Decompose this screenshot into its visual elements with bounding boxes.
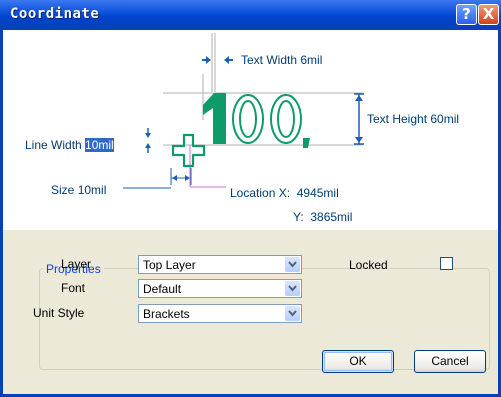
font-label: Font: [61, 281, 86, 295]
text-height-label: Text Height 60mil: [367, 112, 460, 126]
unit-style-dropdown[interactable]: Brackets: [138, 304, 302, 323]
coordinate-diagram: Text Width 6mil Text Height 60mil Line W…: [3, 30, 498, 230]
chevron-down-icon[interactable]: [285, 257, 300, 272]
locked-checkbox[interactable]: [440, 257, 453, 270]
sample-digit-one: [203, 93, 226, 144]
ok-button[interactable]: OK: [322, 350, 394, 373]
text-width-label: Text Width 6mil: [241, 53, 323, 67]
sample-digit-zero-1: [232, 94, 264, 144]
font-dropdown-value: Default: [143, 282, 182, 296]
layer-label: Layer: [61, 257, 92, 271]
text-width-arrowhead-left: [206, 56, 211, 64]
close-button[interactable]: X: [478, 4, 499, 25]
line-width-label: Line Width 10mil: [25, 138, 114, 152]
chevron-down-icon[interactable]: [285, 306, 300, 321]
unit-style-dropdown-value: Brackets: [143, 307, 190, 321]
location-label: Location X: 4945mil: [230, 186, 339, 200]
line-width-value: 10mil: [85, 138, 114, 152]
dialog-client-area: Text Width 6mil Text Height 60mil Line W…: [3, 30, 498, 394]
location-x-value: 4945mil: [296, 186, 339, 200]
title-bar[interactable]: Coordinate ? X: [0, 0, 501, 30]
location-y-value: 3865mil: [310, 210, 353, 224]
sample-comma: [303, 138, 310, 148]
unit-style-label: Unit Style: [33, 306, 85, 320]
layer-dropdown-value: Top Layer: [143, 258, 196, 272]
text-height-value: 60mil: [430, 112, 460, 126]
location-y-label: Y: 3865mil: [293, 210, 353, 224]
font-dropdown[interactable]: Default: [138, 279, 302, 298]
cross-marker: [171, 133, 206, 168]
sample-digit-zero-2: [270, 94, 302, 144]
layer-dropdown[interactable]: Top Layer: [138, 255, 302, 274]
chevron-down-icon[interactable]: [285, 281, 300, 296]
help-button[interactable]: ?: [456, 4, 477, 25]
locked-label: Locked: [349, 258, 388, 272]
cancel-button[interactable]: Cancel: [414, 350, 486, 373]
text-width-value: 6mil: [300, 53, 323, 67]
text-width-arrowhead-right: [224, 56, 229, 64]
dialog-title: Coordinate: [10, 6, 100, 22]
size-value: 10mil: [77, 183, 107, 197]
size-label: Size 10mil: [51, 183, 107, 197]
coordinate-dialog: Coordinate ? X Text Width 6mil Text Heig…: [0, 0, 501, 397]
